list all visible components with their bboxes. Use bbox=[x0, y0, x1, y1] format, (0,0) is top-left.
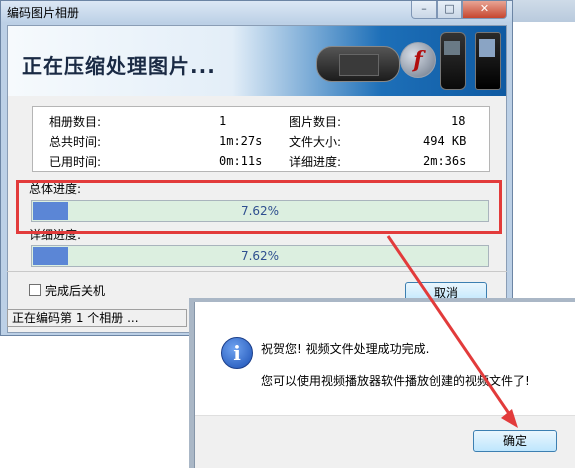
status-text: 正在编码第 1 个相册 ... bbox=[7, 309, 187, 327]
elapsed-time-value: 0m:11s bbox=[219, 154, 263, 168]
file-size-label: 文件大小: bbox=[289, 135, 342, 149]
encode-album-window: 编码图片相册 – □ ✕ 正在压缩处理图片... f 相册数目: 1 图片数目:… bbox=[0, 0, 513, 336]
close-icon: ✕ bbox=[479, 2, 490, 15]
dialog-message-success: 祝贺您! 视频文件处理成功完成. bbox=[261, 342, 430, 356]
shutdown-checkbox[interactable] bbox=[29, 284, 41, 296]
highlight-box bbox=[16, 180, 502, 234]
detail-progress-text: 7.62% bbox=[240, 249, 280, 263]
information-icon: i bbox=[221, 337, 253, 369]
minimize-button[interactable]: – bbox=[411, 1, 437, 19]
total-time-value: 1m:27s bbox=[219, 134, 263, 148]
window-title: 编码图片相册 bbox=[7, 6, 80, 20]
detail-progress-label: 详细进度: bbox=[289, 155, 342, 169]
psp-device-icon bbox=[316, 46, 400, 82]
banner: 正在压缩处理图片... f bbox=[8, 26, 506, 96]
ok-button[interactable]: 确定 bbox=[473, 430, 557, 452]
flash-icon: f bbox=[400, 42, 436, 78]
dialog-message-hint: 您可以使用视频播放器软件播放创建的视频文件了! bbox=[261, 374, 530, 388]
divider bbox=[7, 271, 507, 272]
window-titlebar[interactable]: 编码图片相册 – □ ✕ bbox=[1, 1, 512, 23]
phone-device-icon bbox=[440, 32, 466, 90]
banner-title: 正在压缩处理图片... bbox=[22, 54, 216, 78]
maximize-icon: □ bbox=[444, 2, 455, 15]
total-time-label: 总共时间: bbox=[49, 135, 102, 149]
album-count-label: 相册数目: bbox=[49, 115, 102, 129]
detail-progress-bar: 7.62% bbox=[31, 245, 489, 267]
elapsed-time-label: 已用时间: bbox=[49, 155, 102, 169]
image-count-value: 18 bbox=[451, 114, 466, 128]
album-count-value: 1 bbox=[219, 114, 227, 128]
file-size-value: 494 KB bbox=[423, 134, 467, 148]
media-player-device-icon bbox=[475, 32, 501, 90]
minimize-icon: – bbox=[421, 2, 427, 15]
image-count-label: 图片数目: bbox=[289, 115, 342, 129]
close-button[interactable]: ✕ bbox=[462, 1, 507, 19]
shutdown-checkbox-label[interactable]: 完成后关机 bbox=[45, 282, 105, 299]
detail-progress-value: 2m:36s bbox=[423, 154, 467, 168]
maximize-button[interactable]: □ bbox=[437, 1, 462, 19]
completion-dialog: i 祝贺您! 视频文件处理成功完成. 您可以使用视频播放器软件播放创建的视频文件… bbox=[194, 302, 575, 468]
info-panel: 相册数目: 1 图片数目: 18 总共时间: 1m:27s 文件大小: 494 … bbox=[32, 106, 490, 172]
psp-screen bbox=[339, 54, 379, 76]
